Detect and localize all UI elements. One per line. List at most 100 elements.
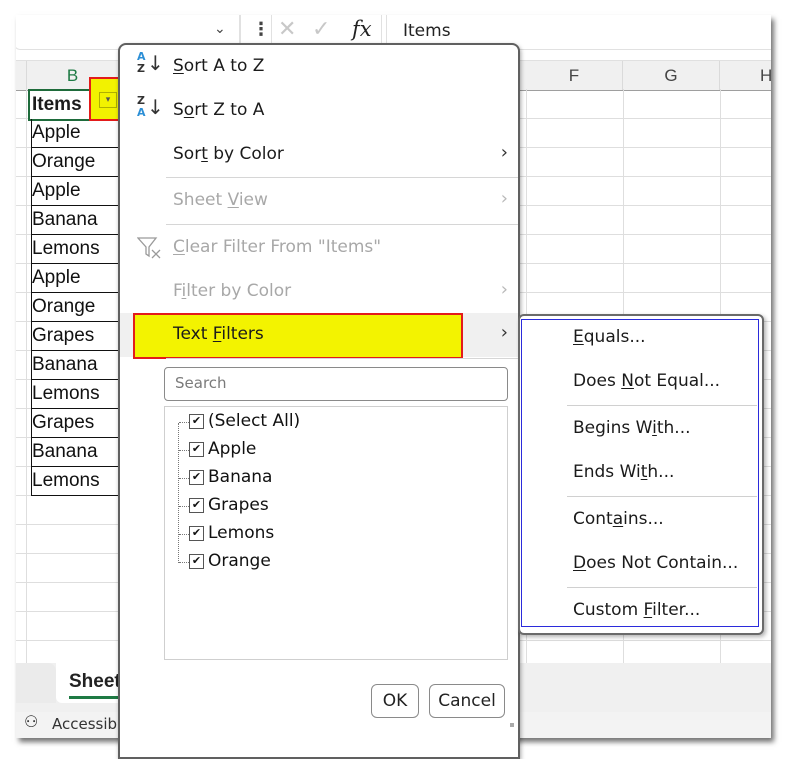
menu-item-sort-by-color[interactable]: Sort by Color › [120, 133, 518, 177]
formula-value[interactable]: Items [403, 21, 451, 41]
chevron-right-icon: › [500, 188, 508, 209]
submenu-divider [567, 405, 757, 406]
down-arrow-icon: ↓ [147, 95, 164, 119]
submenu-item[interactable]: Contains... [520, 498, 758, 542]
menu-label: Sort A to Z [173, 56, 265, 76]
tree-connector [179, 422, 189, 423]
accessibility-icon[interactable]: ⚇ [24, 712, 38, 731]
ok-button[interactable]: OK [371, 684, 419, 718]
submenu-label: Does Not Contain... [573, 553, 739, 573]
tree-connector [179, 562, 189, 563]
chevron-right-icon: › [500, 279, 508, 300]
filter-list-label: Orange [208, 551, 271, 571]
tree-connector [179, 478, 189, 479]
enter-icon[interactable]: ✓ [312, 17, 330, 42]
cell-b6[interactable]: Banana [31, 206, 118, 235]
submenu-item[interactable]: Does Not Equal... [520, 360, 758, 404]
sort-icon-letter-top: A [137, 50, 146, 63]
cell-b8[interactable]: Apple [31, 264, 118, 293]
sort-ascending-icon: A Z ↓ [135, 51, 165, 81]
sort-icon-letter-top: Z [137, 94, 145, 107]
chevron-down-icon[interactable]: ⌄ [214, 21, 226, 37]
filter-list-item[interactable]: ✔ (Select All) [179, 409, 479, 437]
tree-connector [179, 506, 189, 507]
text-filters-submenu: Equals... Does Not Equal... Begins With...… [518, 314, 764, 635]
cell-b12[interactable]: Lemons [31, 380, 118, 409]
checkbox[interactable]: ✔ [189, 554, 204, 569]
submenu-item[interactable]: Equals... [520, 316, 758, 360]
cell-b9[interactable]: Orange [31, 293, 118, 322]
filter-list-label: Banana [208, 467, 273, 487]
cell-b14[interactable]: Banana [31, 438, 118, 467]
vertical-ellipsis-icon[interactable]: ⋮ [252, 19, 270, 40]
cell-b13[interactable]: Grapes [31, 409, 118, 438]
sheet-tab-label: Sheet [69, 671, 121, 692]
cell-b10[interactable]: Grapes [31, 322, 118, 351]
menu-item-text-filters[interactable]: Text Filters › [120, 313, 518, 359]
menu-item-sort-z-to-a[interactable]: Z A ↓ Sort Z to A [120, 89, 518, 133]
filter-list-label: Lemons [208, 523, 275, 543]
submenu-item[interactable]: Custom Filter... [520, 589, 758, 633]
submenu-divider [567, 496, 757, 497]
submenu-label: Contains... [573, 509, 664, 529]
search-box[interactable] [164, 367, 508, 401]
cancel-button[interactable]: Cancel [429, 684, 505, 718]
filter-list-item[interactable]: ✔ Apple [179, 437, 479, 465]
menu-item-clear-filter: Clear Filter From "Items" [120, 226, 518, 270]
submenu-item[interactable]: Does Not Contain... [520, 542, 758, 586]
submenu-label: Begins With... [573, 418, 691, 438]
checkbox[interactable]: ✔ [189, 470, 204, 485]
filter-list-item[interactable]: ✔ Lemons [179, 521, 479, 549]
checkbox[interactable]: ✔ [189, 526, 204, 541]
chevron-right-icon: › [500, 322, 508, 343]
column-header-h[interactable]: H [720, 61, 771, 90]
filter-list-item[interactable]: ✔ Orange [179, 549, 479, 577]
sort-icon-letter-bottom: Z [137, 62, 145, 75]
clear-filter-icon [137, 237, 161, 259]
filter-list-label: (Select All) [208, 411, 301, 431]
checkbox[interactable]: ✔ [189, 414, 204, 429]
chevron-right-icon: › [500, 142, 508, 163]
resize-grip[interactable] [510, 723, 514, 727]
filter-list-item[interactable]: ✔ Banana [179, 465, 479, 493]
cell-b4[interactable]: Orange [31, 148, 118, 177]
insert-function-icon[interactable]: fx [352, 17, 372, 41]
checkbox[interactable]: ✔ [189, 442, 204, 457]
sort-descending-icon: Z A ↓ [135, 95, 165, 125]
column-gridline [26, 89, 27, 663]
cell-b7[interactable]: Lemons [31, 235, 118, 264]
submenu-item[interactable]: Begins With... [520, 407, 758, 451]
search-input[interactable] [173, 373, 497, 393]
menu-item-filter-by-color: Filter by Color › [120, 270, 518, 314]
cell-b3[interactable]: Apple [31, 119, 118, 148]
filter-list-label: Apple [208, 439, 257, 459]
menu-label: Clear Filter From "Items" [173, 237, 382, 257]
dropdown-arrow-icon: ▾ [99, 92, 117, 108]
menu-item-sort-a-to-z[interactable]: A Z ↓ Sort A to Z [120, 45, 518, 89]
down-arrow-icon: ↓ [147, 51, 164, 75]
submenu-label: Does Not Equal... [573, 371, 721, 391]
cell-b5[interactable]: Apple [31, 177, 118, 206]
filter-values-list: ✔ (Select All) ✔ Apple ✔ Banana ✔ Grapes ✔ Lemons… [164, 406, 508, 660]
menu-divider [166, 177, 518, 178]
tree-connector [179, 534, 189, 535]
menu-divider [166, 224, 518, 225]
cell-b15[interactable]: Lemons [31, 467, 118, 496]
tab-scroll-area[interactable] [16, 663, 56, 703]
filter-list-item[interactable]: ✔ Grapes [179, 493, 479, 521]
cancel-icon[interactable]: ✕ [278, 17, 296, 42]
sort-icon-letter-bottom: A [137, 106, 146, 119]
menu-label: Sheet View [173, 190, 268, 210]
checkbox[interactable]: ✔ [189, 498, 204, 513]
menu-item-sheet-view: Sheet View › [120, 179, 518, 223]
submenu-label: Custom Filter... [573, 600, 701, 620]
column-header-f[interactable]: F [526, 61, 623, 90]
column-header-g[interactable]: G [623, 61, 720, 90]
tree-connector [179, 450, 189, 451]
column-header-a[interactable] [16, 61, 27, 90]
menu-label: Sort by Color [173, 144, 284, 164]
cell-b11[interactable]: Banana [31, 351, 118, 380]
autofilter-dropdown: A Z ↓ Sort A to Z Z A ↓ Sort Z to A Sort… [118, 43, 520, 759]
submenu-label: Equals... [573, 327, 646, 347]
submenu-item[interactable]: Ends With... [520, 451, 758, 495]
